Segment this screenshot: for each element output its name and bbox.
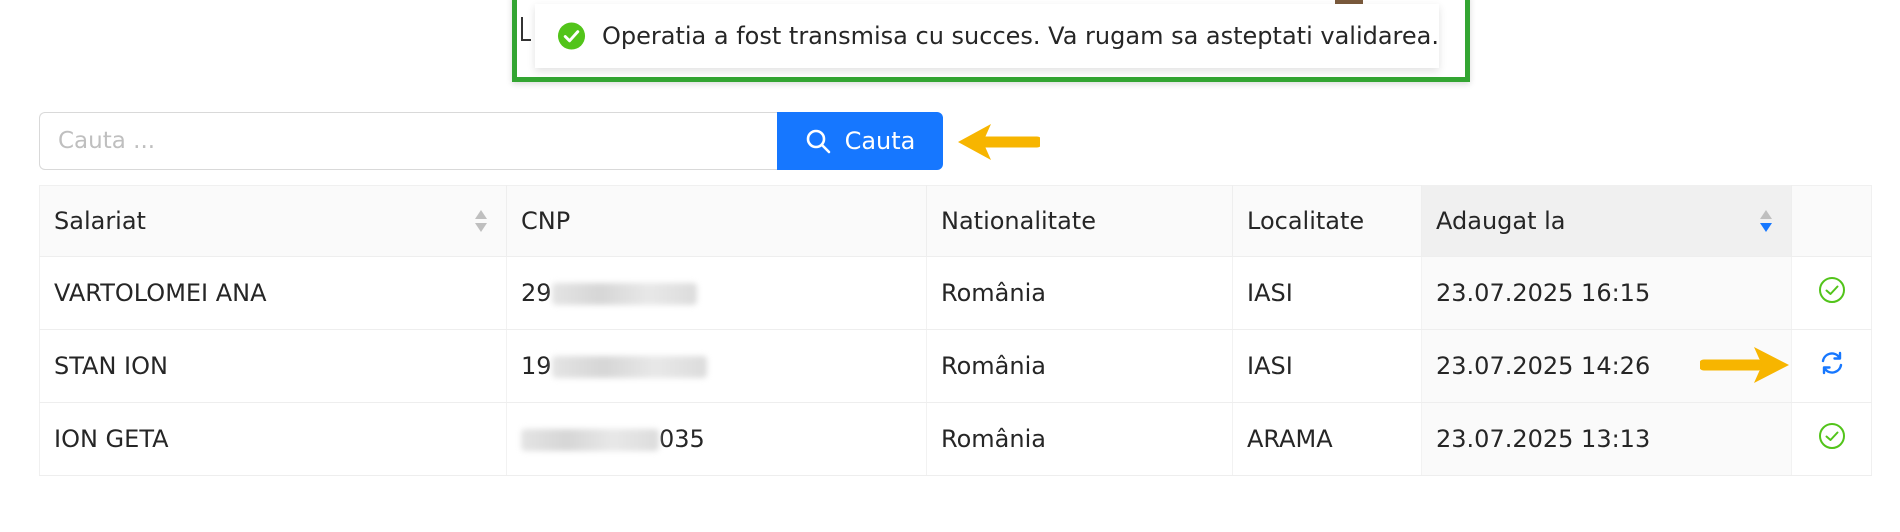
success-notification: Operatia a fost transmisa cu succes. Va …	[535, 4, 1439, 68]
redacted-cnp	[551, 356, 707, 378]
column-header-salariat[interactable]: Salariat	[39, 185, 507, 257]
cell-localitate: ARAMA	[1232, 402, 1422, 476]
search-icon	[806, 129, 830, 154]
table-row: STAN ION 19 România IASI 23.07.2025 14:2…	[39, 329, 1872, 403]
cell-salariat: ION GETA	[39, 402, 507, 476]
search-button[interactable]: Cauta	[777, 112, 943, 170]
search-button-label: Cauta	[844, 127, 916, 155]
column-header-adaugat-la[interactable]: Adaugat la	[1421, 185, 1792, 257]
sort-icon[interactable]	[474, 208, 488, 234]
cell-salariat: STAN ION	[39, 329, 507, 403]
column-header-cnp: CNP	[506, 185, 927, 257]
annotation-arrow-left-icon	[958, 124, 1040, 160]
sync-icon	[1821, 351, 1842, 375]
search-input[interactable]	[39, 112, 777, 170]
column-header-localitate: Localitate	[1232, 185, 1422, 257]
column-header-nationalitate: Nationalitate	[926, 185, 1233, 257]
annotation-arrow-right-icon	[1700, 347, 1789, 383]
table-row: VARTOLOMEI ANA 29 România IASI 23.07.202…	[39, 256, 1872, 330]
cell-adaugat-la: 23.07.2025 16:15	[1421, 256, 1792, 330]
check-circle-outline-icon	[1818, 277, 1845, 303]
table-row: ION GETA 035 România ARAMA 23.07.2025 13…	[39, 402, 1872, 476]
cell-nationalitate: România	[926, 256, 1233, 330]
cell-status	[1791, 256, 1872, 330]
employees-table: Salariat CNP Nationalitate Localitate Ad…	[39, 185, 1872, 476]
cell-nationalitate: România	[926, 329, 1233, 403]
notification-edge-mark	[521, 17, 531, 41]
success-notification-highlight: Operatia a fost transmisa cu succes. Va …	[512, 0, 1470, 82]
cell-salariat: VARTOLOMEI ANA	[39, 256, 507, 330]
cell-status	[1791, 329, 1872, 403]
search-bar: Cauta	[39, 112, 943, 170]
check-circle-icon	[557, 22, 586, 50]
cell-cnp: 035	[506, 402, 927, 476]
redacted-cnp	[521, 429, 659, 451]
cell-localitate: IASI	[1232, 329, 1422, 403]
notification-message: Operatia a fost transmisa cu succes. Va …	[602, 22, 1439, 50]
cell-cnp: 19	[506, 329, 927, 403]
column-header-status	[1791, 185, 1872, 257]
cell-cnp: 29	[506, 256, 927, 330]
cell-adaugat-la: 23.07.2025 13:13	[1421, 402, 1792, 476]
cell-status	[1791, 402, 1872, 476]
redacted-cnp	[551, 283, 697, 305]
cell-localitate: IASI	[1232, 256, 1422, 330]
sort-descending-icon[interactable]	[1759, 208, 1773, 234]
table-header-row: Salariat CNP Nationalitate Localitate Ad…	[39, 185, 1872, 257]
check-circle-outline-icon	[1818, 423, 1845, 449]
cell-nationalitate: România	[926, 402, 1233, 476]
